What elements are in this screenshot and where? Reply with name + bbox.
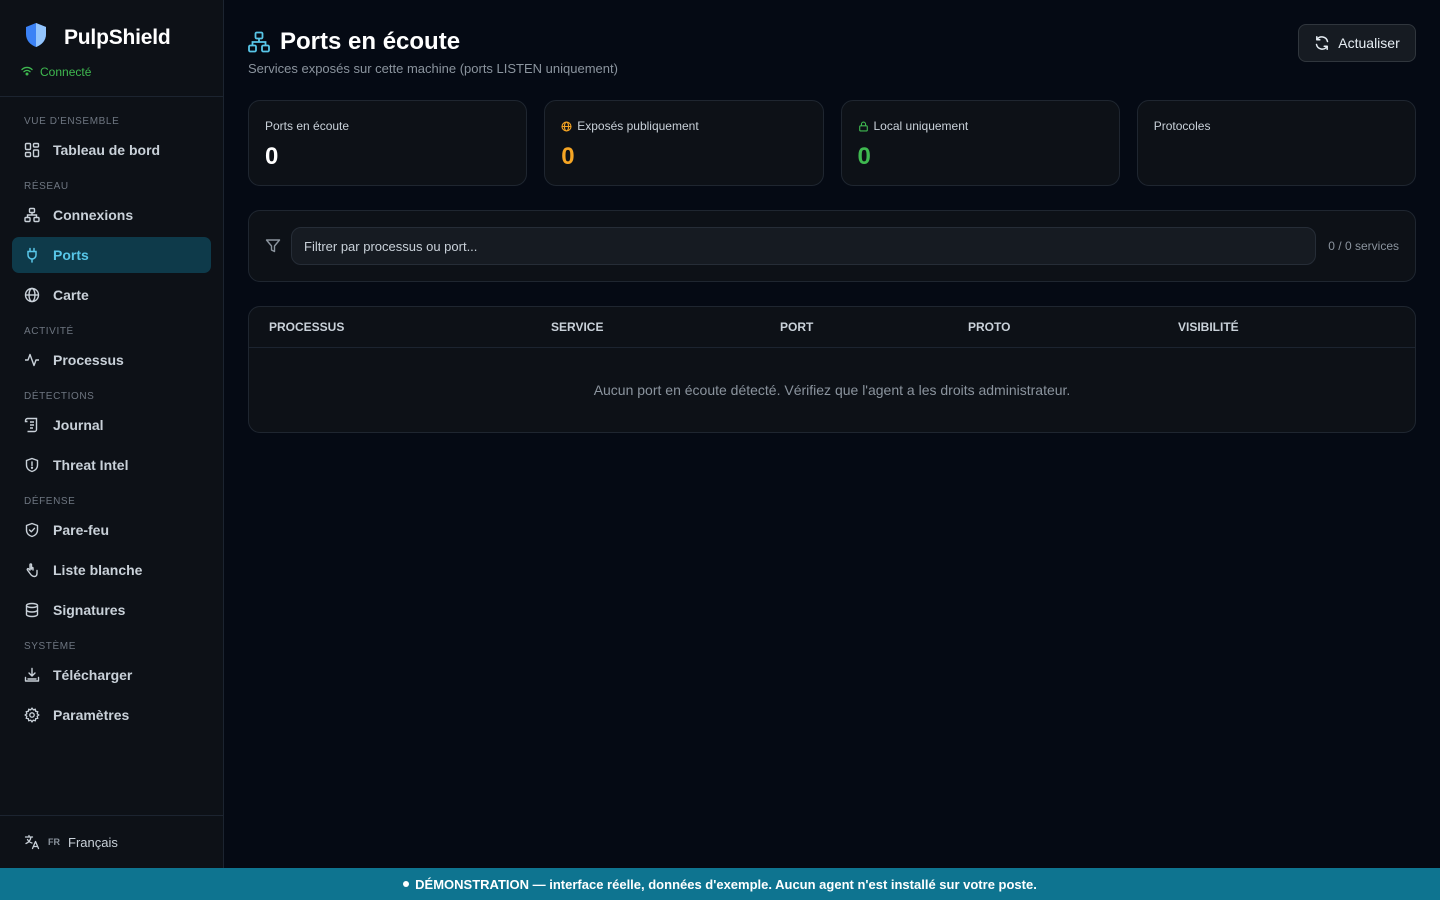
shield-check-icon <box>25 522 39 538</box>
page-header: Ports en écoute Services exposés sur cet… <box>248 0 1416 100</box>
section-title-defense: DÉFENSE <box>24 496 76 507</box>
sidebar-item-label: Connexions <box>53 207 134 223</box>
filter-bar: 0 / 0 services <box>248 210 1416 282</box>
empty-state-message: Aucun port en écoute détecté. Vérifiez q… <box>593 382 1071 398</box>
network-title-icon <box>248 31 270 53</box>
sidebar-nav: VUE D'ENSEMBLE Tableau de bord RÉSEAU Co… <box>0 97 223 733</box>
stat-card-listening: Ports en écoute 0 <box>248 100 528 186</box>
column-header-service[interactable]: SERVICE <box>551 320 603 334</box>
column-header-port[interactable]: PORT <box>780 320 813 334</box>
sidebar-item-telecharger[interactable]: Télécharger <box>12 657 211 693</box>
sidebar-item-ports[interactable]: Ports <box>12 237 211 273</box>
column-header-processus[interactable]: PROCESSUS <box>269 320 344 334</box>
sidebar-item-label: Journal <box>53 417 104 433</box>
sidebar-item-carte[interactable]: Carte <box>12 277 211 313</box>
language-switcher[interactable]: FR Français <box>0 815 223 868</box>
column-header-proto[interactable]: PROTO <box>968 320 1010 334</box>
stats-row: Ports en écoute 0 Exposés publiquement 0… <box>248 100 1416 186</box>
stat-card-public: Exposés publiquement 0 <box>544 100 824 186</box>
main-content: Ports en écoute Services exposés sur cet… <box>248 0 1416 433</box>
refresh-button[interactable]: Actualiser <box>1298 24 1416 62</box>
section-title-detections: DÉTECTIONS <box>24 391 95 402</box>
language-code: FR <box>48 837 60 847</box>
sidebar-item-label: Threat Intel <box>53 457 129 473</box>
brand: PulpShield Connecté <box>0 0 223 97</box>
sidebar-item-connexions[interactable]: Connexions <box>12 197 211 233</box>
stat-card-protocols: Protocoles <box>1136 100 1416 186</box>
sidebar: PulpShield Connecté VUE D'ENSEMBLE Table… <box>0 0 224 868</box>
sidebar-item-threat-intel[interactable]: Threat Intel <box>12 447 211 483</box>
globe-icon <box>24 287 40 303</box>
sidebar-item-label: Pare-feu <box>53 522 110 538</box>
sidebar-item-label: Liste blanche <box>53 562 143 578</box>
section-title-network: RÉSEAU <box>24 181 69 192</box>
sidebar-item-pare-feu[interactable]: Pare-feu <box>12 512 211 548</box>
sidebar-item-signatures[interactable]: Signatures <box>12 592 211 628</box>
stat-label: Exposés publiquement <box>577 119 699 133</box>
stat-value: 0 <box>857 143 871 170</box>
stat-label: Ports en écoute <box>265 119 350 133</box>
plug-icon <box>27 247 37 263</box>
demo-banner: DÉMONSTRATION — interface réelle, donnée… <box>0 868 1440 900</box>
sidebar-item-label: Carte <box>53 287 89 303</box>
demo-banner-text: DÉMONSTRATION — interface réelle, donnée… <box>415 876 1037 892</box>
globe-icon <box>561 120 572 132</box>
settings-icon <box>24 707 40 723</box>
shield-logo-icon <box>24 22 48 53</box>
section-title-system: SYSTÈME <box>24 641 76 652</box>
scroll-icon <box>24 417 38 433</box>
table-header: PROCESSUS SERVICE PORT PROTO VISIBILITÉ <box>249 307 1415 348</box>
sidebar-item-label: Processus <box>53 352 124 368</box>
stat-value: 0 <box>561 143 575 170</box>
database-icon <box>25 602 39 618</box>
refresh-label: Actualiser <box>1338 35 1400 51</box>
stat-card-local: Local uniquement 0 <box>840 100 1120 186</box>
sidebar-item-label: Signatures <box>53 602 126 618</box>
shield-alert-icon <box>25 457 39 473</box>
stat-value: 0 <box>265 143 279 170</box>
column-header-visibilite[interactable]: VISIBILITÉ <box>1178 320 1239 334</box>
sidebar-item-processus[interactable]: Processus <box>12 342 211 378</box>
section-title-activity: ACTIVITÉ <box>24 326 74 337</box>
network-icon <box>24 207 40 223</box>
filter-count: 0 / 0 services <box>1328 239 1399 253</box>
stat-label: Protocoles <box>1153 119 1211 133</box>
sidebar-item-label: Ports <box>53 247 89 263</box>
sidebar-item-label: Télécharger <box>53 667 133 683</box>
sidebar-item-dashboard[interactable]: Tableau de bord <box>12 132 211 168</box>
translate-icon <box>24 834 40 850</box>
page-title: Ports en écoute <box>280 28 461 55</box>
sidebar-item-label: Paramètres <box>53 707 130 723</box>
activity-icon <box>25 353 39 367</box>
sidebar-item-liste-blanche[interactable]: Liste blanche <box>12 552 211 588</box>
sidebar-item-label: Tableau de bord <box>53 142 161 158</box>
section-title-overview: VUE D'ENSEMBLE <box>24 116 120 127</box>
sidebar-item-journal[interactable]: Journal <box>12 407 211 443</box>
filter-input[interactable] <box>291 227 1317 265</box>
filter-icon <box>265 239 281 253</box>
dashboard-icon <box>24 142 40 158</box>
bullet-icon <box>403 881 410 887</box>
page-subtitle: Services exposés sur cette machine (port… <box>248 61 618 76</box>
hand-icon <box>26 563 38 578</box>
language-name: Français <box>68 834 118 850</box>
stat-label: Local uniquement <box>873 119 969 133</box>
wifi-icon <box>21 63 33 81</box>
ports-table: PROCESSUS SERVICE PORT PROTO VISIBILITÉ … <box>248 306 1416 433</box>
download-icon <box>24 667 40 682</box>
refresh-icon <box>1316 36 1329 50</box>
app-name: PulpShield <box>64 25 171 49</box>
sidebar-item-parametres[interactable]: Paramètres <box>12 697 211 733</box>
lock-icon <box>858 121 868 132</box>
connection-status: Connecté <box>40 65 92 79</box>
